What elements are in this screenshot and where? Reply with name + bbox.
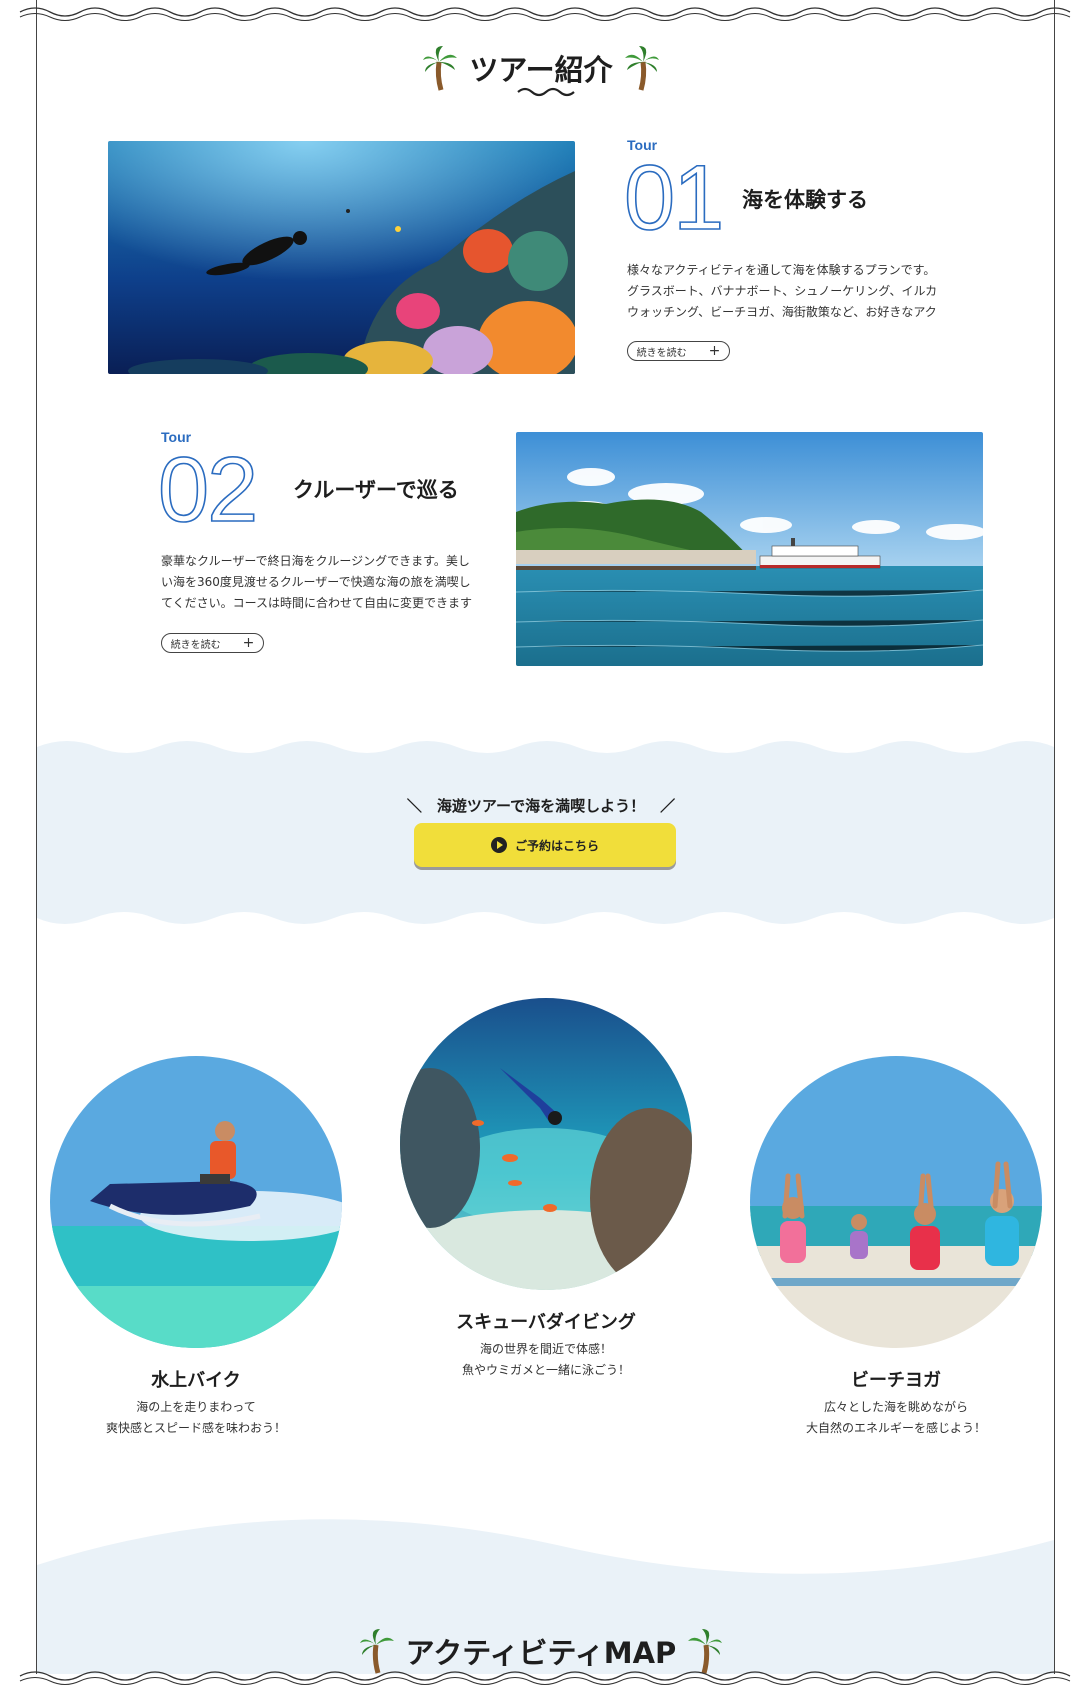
reservation-button[interactable]: ご予約はこちら [414, 823, 676, 867]
read-more-label: 続きを読む [636, 347, 687, 359]
tour-01-heading: 海を体験する [742, 188, 868, 212]
activity-scuba-description: 海の世界を間近で体感！ 魚やウミガメと一緒に泳ごう！ [386, 1339, 706, 1381]
tour-01-number: 01 [623, 147, 725, 249]
activity-jetski-line1: 海の上を走りまわって [136, 1400, 256, 1414]
activity-scuba-line2: 魚やウミガメと一緒に泳ごう！ [461, 1363, 630, 1377]
activity-yoga-line1: 広々とした海を眺めながら [823, 1400, 968, 1414]
palm-tree-icon [423, 46, 458, 91]
cta-lead-text: ＼ 海遊ツアーで海を満喫しよう！ ／ [406, 797, 676, 815]
plus-icon: + [242, 635, 255, 651]
tour-01-description: 様々なアクティビティを通して海を体験するプランです。グラスボート、バナナボート、… [627, 263, 938, 319]
activity-yoga-image [750, 1056, 1042, 1348]
reservation-button-label: ご予約はこちら [514, 838, 599, 853]
tour-02-image-cruiser [516, 432, 983, 666]
tour-02-read-more-button[interactable]: 続きを読む + [161, 633, 264, 653]
read-more-label: 続きを読む [170, 639, 221, 651]
section-title: ツアー紹介 [469, 53, 613, 87]
tour-01-image-diving [108, 141, 575, 374]
play-circle-icon [490, 837, 507, 853]
tour-02-description: 豪華なクルーザーで終日海をクルージングできます。美しい海を360度見渡せるクルー… [161, 554, 473, 610]
activity-yoga-description: 広々とした海を眺めながら 大自然のエネルギーを感じよう！ [736, 1397, 1056, 1439]
activity-scuba-image [400, 998, 692, 1290]
palm-tree-icon [624, 46, 659, 91]
activity-jetski-title: 水上バイク [151, 1370, 241, 1391]
tour-01-read-more-button[interactable]: 続きを読む + [627, 341, 730, 361]
bottom-wave-divider [0, 1671, 1082, 1686]
top-wave-divider [19, 7, 1071, 21]
tour-02-heading: クルーザーで巡る [293, 478, 459, 502]
activity-scuba-title: スキューバダイビング [456, 1312, 636, 1333]
activity-jetski-image [50, 1056, 342, 1348]
tour-02-number: 02 [157, 439, 259, 541]
activity-jetski-description: 海の上を走りまわって 爽快感とスピード感を味わおう！ [36, 1397, 356, 1439]
plus-icon: + [708, 343, 721, 359]
title-wave-underline [517, 87, 575, 97]
activity-yoga-line2: 大自然のエネルギーを感じよう！ [805, 1421, 986, 1435]
activity-yoga-title: ビーチヨガ [851, 1370, 941, 1391]
activity-jetski-line2: 爽快感とスピード感を味わおう！ [105, 1421, 286, 1435]
activity-scuba-line1: 海の世界を間近で体感！ [479, 1342, 612, 1356]
